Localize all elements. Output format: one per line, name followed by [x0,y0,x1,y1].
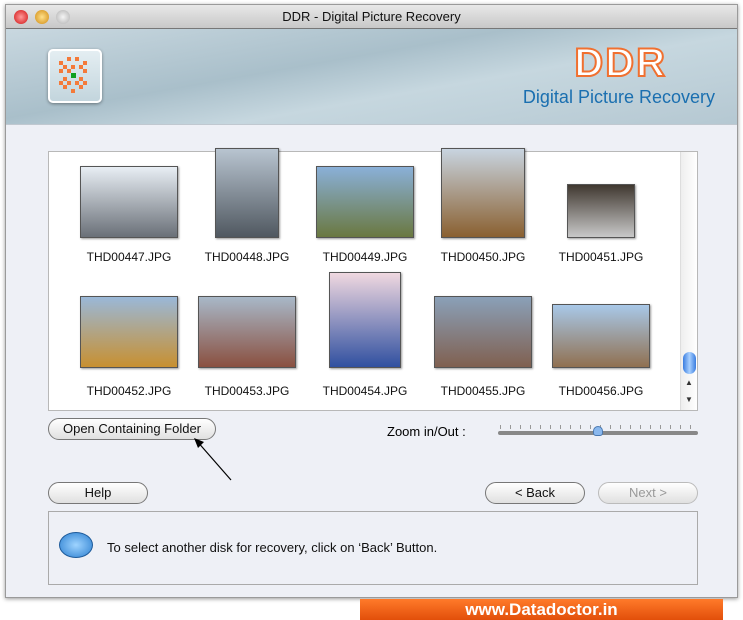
thumbnail-filename[interactable]: THD00453.JPG [188,384,306,398]
speech-bubble-icon [59,532,93,558]
thumbnail-image[interactable] [316,166,414,238]
thumbnail-image[interactable] [80,296,178,368]
logo-icon [59,57,87,93]
next-button[interactable]: Next > [598,482,698,504]
window-title: DDR - Digital Picture Recovery [282,9,461,24]
zoom-slider[interactable] [498,426,698,436]
thumbnail-filename[interactable]: THD00454.JPG [306,384,424,398]
website-footer: www.Datadoctor.in [360,599,723,620]
slider-thumb[interactable] [593,426,603,436]
scroll-up-icon[interactable]: ▲ [681,378,697,387]
help-button[interactable]: Help [48,482,148,504]
thumbnail-gallery: ▲ ▼ THD00447.JPG THD00448.JPG THD00449.JPG… [48,148,698,411]
minimize-button[interactable] [35,10,49,24]
message-panel: To select another disk for recovery, cli… [48,511,698,585]
app-logo [48,49,102,103]
thumbnail-filename[interactable]: THD00449.JPG [306,250,424,264]
thumbnail-filename[interactable]: THD00448.JPG [188,250,306,264]
thumbnail-image[interactable] [441,148,525,238]
thumbnail-image[interactable] [198,296,296,368]
thumbnail-image[interactable] [434,296,532,368]
thumbnail-filename[interactable]: THD00451.JPG [542,250,660,264]
thumbnail-image[interactable] [329,272,401,368]
zoom-label: Zoom in/Out : [387,424,466,439]
thumbnail-filename[interactable]: THD00447.JPG [70,250,188,264]
thumbnail-filename[interactable]: THD00456.JPG [542,384,660,398]
thumbnail-filename[interactable]: THD00450.JPG [424,250,542,264]
header-banner: DDR Digital Picture Recovery [6,29,737,125]
brand-name: DDR [573,40,667,86]
message-text: To select another disk for recovery, cli… [107,540,438,555]
thumbnail-filename[interactable]: THD00455.JPG [424,384,542,398]
thumbnail-image[interactable] [567,184,635,238]
thumbnail-image[interactable] [552,304,650,368]
title-bar: DDR - Digital Picture Recovery [6,5,737,29]
brand-subtitle: Digital Picture Recovery [522,87,715,107]
scrollbar-thumb[interactable] [683,352,696,374]
pointer-arrow [194,438,232,481]
thumbnail-filename[interactable]: THD00452.JPG [70,384,188,398]
thumbnail-image[interactable] [80,166,178,238]
back-button[interactable]: < Back [485,482,585,504]
close-button[interactable] [14,10,28,24]
vertical-scrollbar[interactable]: ▲ ▼ [680,152,697,410]
app-window: DDR - Digital Picture Recovery DDR Digit… [5,4,738,598]
zoom-button[interactable] [56,10,70,24]
thumbnail-image[interactable] [215,148,279,238]
scroll-down-icon[interactable]: ▼ [681,395,697,404]
